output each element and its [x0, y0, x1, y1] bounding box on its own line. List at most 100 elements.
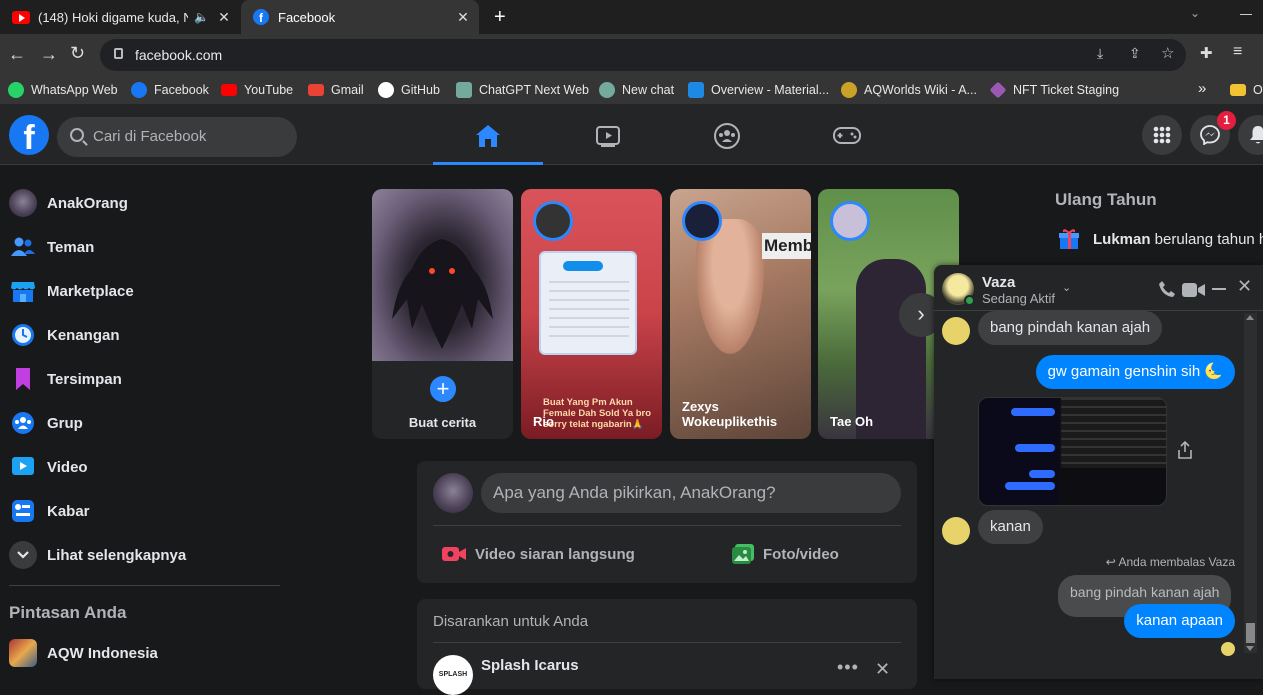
- speaker-icon[interactable]: 🔈: [194, 10, 209, 24]
- minimize-window-icon[interactable]: [1240, 14, 1252, 15]
- minimize-chat-icon[interactable]: [1212, 288, 1226, 290]
- sidebar-item-shortcut[interactable]: AQW Indonesia: [9, 633, 279, 673]
- page-name[interactable]: Splash Icarus: [481, 657, 579, 674]
- notifications-button[interactable]: [1238, 115, 1263, 155]
- sidebar-item-friends[interactable]: Teman: [9, 227, 279, 267]
- chat-scrollbar[interactable]: [1244, 313, 1257, 653]
- shortcut-group-image: [9, 639, 37, 667]
- tab-groups[interactable]: [672, 104, 782, 165]
- more-options-icon[interactable]: •••: [837, 657, 859, 678]
- bookmarks-overflow-icon[interactable]: »: [1198, 80, 1206, 97]
- post-composer: Apa yang Anda pikirkan, AnakOrang? Video…: [417, 461, 917, 583]
- story-create-label: Buat cerita: [408, 415, 477, 430]
- notification-badge: 1: [1217, 111, 1236, 130]
- birthdays-title: Ulang Tahun: [1055, 190, 1157, 209]
- address-field[interactable]: facebook.com ⤓ ⇪ ☆: [100, 39, 1186, 71]
- gift-icon: [1059, 229, 1079, 249]
- bookmark-overview-material[interactable]: Overview - Material...: [688, 81, 829, 99]
- create-story-plus-icon[interactable]: +: [426, 372, 460, 406]
- image-attachment[interactable]: [978, 397, 1167, 506]
- composer-avatar[interactable]: [433, 473, 473, 513]
- browser-tab-active[interactable]: f Facebook ✕: [241, 0, 479, 34]
- bookmark-label: Facebook: [154, 83, 209, 97]
- scroll-down-icon[interactable]: [1246, 646, 1254, 651]
- close-icon[interactable]: ✕: [875, 659, 890, 680]
- bookmark-star-icon[interactable]: ☆: [1161, 44, 1174, 62]
- gaming-icon: [833, 127, 861, 144]
- bookmark-gmail[interactable]: Gmail: [308, 81, 364, 99]
- photo-video-button[interactable]: Foto/video: [731, 539, 839, 569]
- download-icon[interactable]: ⤓: [1097, 45, 1103, 62]
- sidebar-item-label: Marketplace: [47, 282, 134, 300]
- close-tab-icon[interactable]: ✕: [455, 9, 471, 25]
- reload-icon[interactable]: ↻: [70, 43, 85, 64]
- bookmark-aqworlds-wiki[interactable]: AQWorlds Wiki - A...: [841, 81, 977, 99]
- scroll-up-icon[interactable]: [1246, 315, 1254, 320]
- bookmark-facebook[interactable]: Facebook: [131, 81, 209, 99]
- story-photo: [856, 259, 926, 439]
- bookmark-label: Overview - Material...: [711, 83, 830, 97]
- story-card[interactable]: Buat Yang Pm Akun Female Dah Sold Ya bro…: [521, 189, 662, 439]
- messenger-button[interactable]: 1: [1190, 111, 1236, 155]
- share-icon[interactable]: ⇪: [1129, 45, 1141, 62]
- attachment-bubble: [1005, 482, 1055, 490]
- sidebar-item-profile[interactable]: AnakOrang: [9, 183, 279, 223]
- sidebar-item-see-more[interactable]: Lihat selengkapnya: [9, 535, 279, 575]
- tab-gaming[interactable]: [792, 104, 902, 165]
- message-bubble-incoming[interactable]: kanan: [978, 510, 1043, 544]
- media-controls-icon[interactable]: ≡: [1233, 43, 1242, 61]
- bookmark-chatgpt-next-web[interactable]: ChatGPT Next Web: [456, 81, 589, 99]
- bookmark-github[interactable]: GitHub: [378, 81, 440, 99]
- close-chat-icon[interactable]: ✕: [1237, 276, 1252, 297]
- story-card[interactable]: Memb Zexys Wokeuplikethis: [670, 189, 811, 439]
- forward-icon[interactable]: →: [40, 44, 58, 65]
- menu-button[interactable]: [1142, 115, 1182, 155]
- sidebar-item-video[interactable]: Video: [9, 447, 279, 487]
- tab-watch[interactable]: [553, 104, 663, 165]
- message-bubble-outgoing[interactable]: gw gamain genshin sih 🌜: [1035, 355, 1235, 389]
- bookmark-label: YouTube: [244, 83, 294, 97]
- sidebar-item-memories[interactable]: Kenangan: [9, 315, 279, 355]
- bookmark-youtube[interactable]: YouTube: [221, 81, 293, 99]
- sidebar-item-saved[interactable]: Tersimpan: [9, 359, 279, 399]
- sidebar-divider: [9, 585, 280, 586]
- sidebar-item-feeds[interactable]: Kabar: [9, 491, 279, 531]
- bookmark-nft-ticket-staging[interactable]: NFT Ticket Staging: [989, 81, 1120, 99]
- facebook-favicon-icon: f: [253, 9, 269, 25]
- sidebar-item-groups[interactable]: Grup: [9, 403, 279, 443]
- search-box[interactable]: Cari di Facebook: [57, 117, 297, 157]
- contact-name[interactable]: Vaza: [982, 274, 1015, 291]
- composer-input[interactable]: Apa yang Anda pikirkan, AnakOrang?: [481, 473, 901, 513]
- share-icon[interactable]: [1178, 441, 1192, 459]
- composer-divider: [433, 525, 901, 526]
- tab-home[interactable]: [433, 104, 543, 165]
- live-video-button[interactable]: Video siaran langsung: [441, 539, 635, 569]
- sidebar-item-marketplace[interactable]: Marketplace: [9, 271, 279, 311]
- chatgpt-icon: [456, 82, 472, 98]
- bookmark-label: NFT Ticket Staging: [1013, 83, 1120, 97]
- back-icon[interactable]: ←: [8, 44, 26, 65]
- scroll-thumb[interactable]: [1246, 623, 1255, 643]
- story-create[interactable]: + Buat cerita: [372, 189, 513, 439]
- other-bookmarks[interactable]: Ot: [1230, 81, 1263, 99]
- facebook-logo[interactable]: f: [9, 115, 49, 155]
- tab-title: (148) Hoki digame kuda, NT: [38, 9, 188, 25]
- video-icon: [9, 453, 37, 481]
- groups-icon: [714, 123, 740, 149]
- photo-video-label: Foto/video: [763, 545, 839, 563]
- message-bubble-outgoing[interactable]: kanan apaan: [1124, 604, 1235, 638]
- message-bubble-incoming[interactable]: bang pindah kanan ajah: [978, 311, 1163, 345]
- phone-icon[interactable]: [1158, 280, 1176, 298]
- new-tab-icon[interactable]: +: [494, 6, 506, 29]
- extensions-icon[interactable]: ✚: [1200, 44, 1213, 62]
- page-avatar[interactable]: SPLASH: [433, 655, 473, 695]
- bookmark-new-chat[interactable]: New chat: [599, 81, 674, 99]
- birthday-text: berulang tahun h: [1150, 230, 1263, 248]
- birthday-item[interactable]: Lukman berulang tahun h: [1058, 228, 1263, 250]
- chevron-down-icon[interactable]: ⌄: [1062, 281, 1071, 294]
- video-call-icon[interactable]: [1182, 282, 1206, 298]
- close-tab-icon[interactable]: ✕: [216, 9, 232, 25]
- bookmark-whatsapp[interactable]: WhatsApp Web: [8, 81, 118, 99]
- tab-list-chevron-icon[interactable]: ⌄: [1190, 6, 1200, 20]
- browser-tab[interactable]: (148) Hoki digame kuda, NT 🔈 ✕: [0, 0, 240, 34]
